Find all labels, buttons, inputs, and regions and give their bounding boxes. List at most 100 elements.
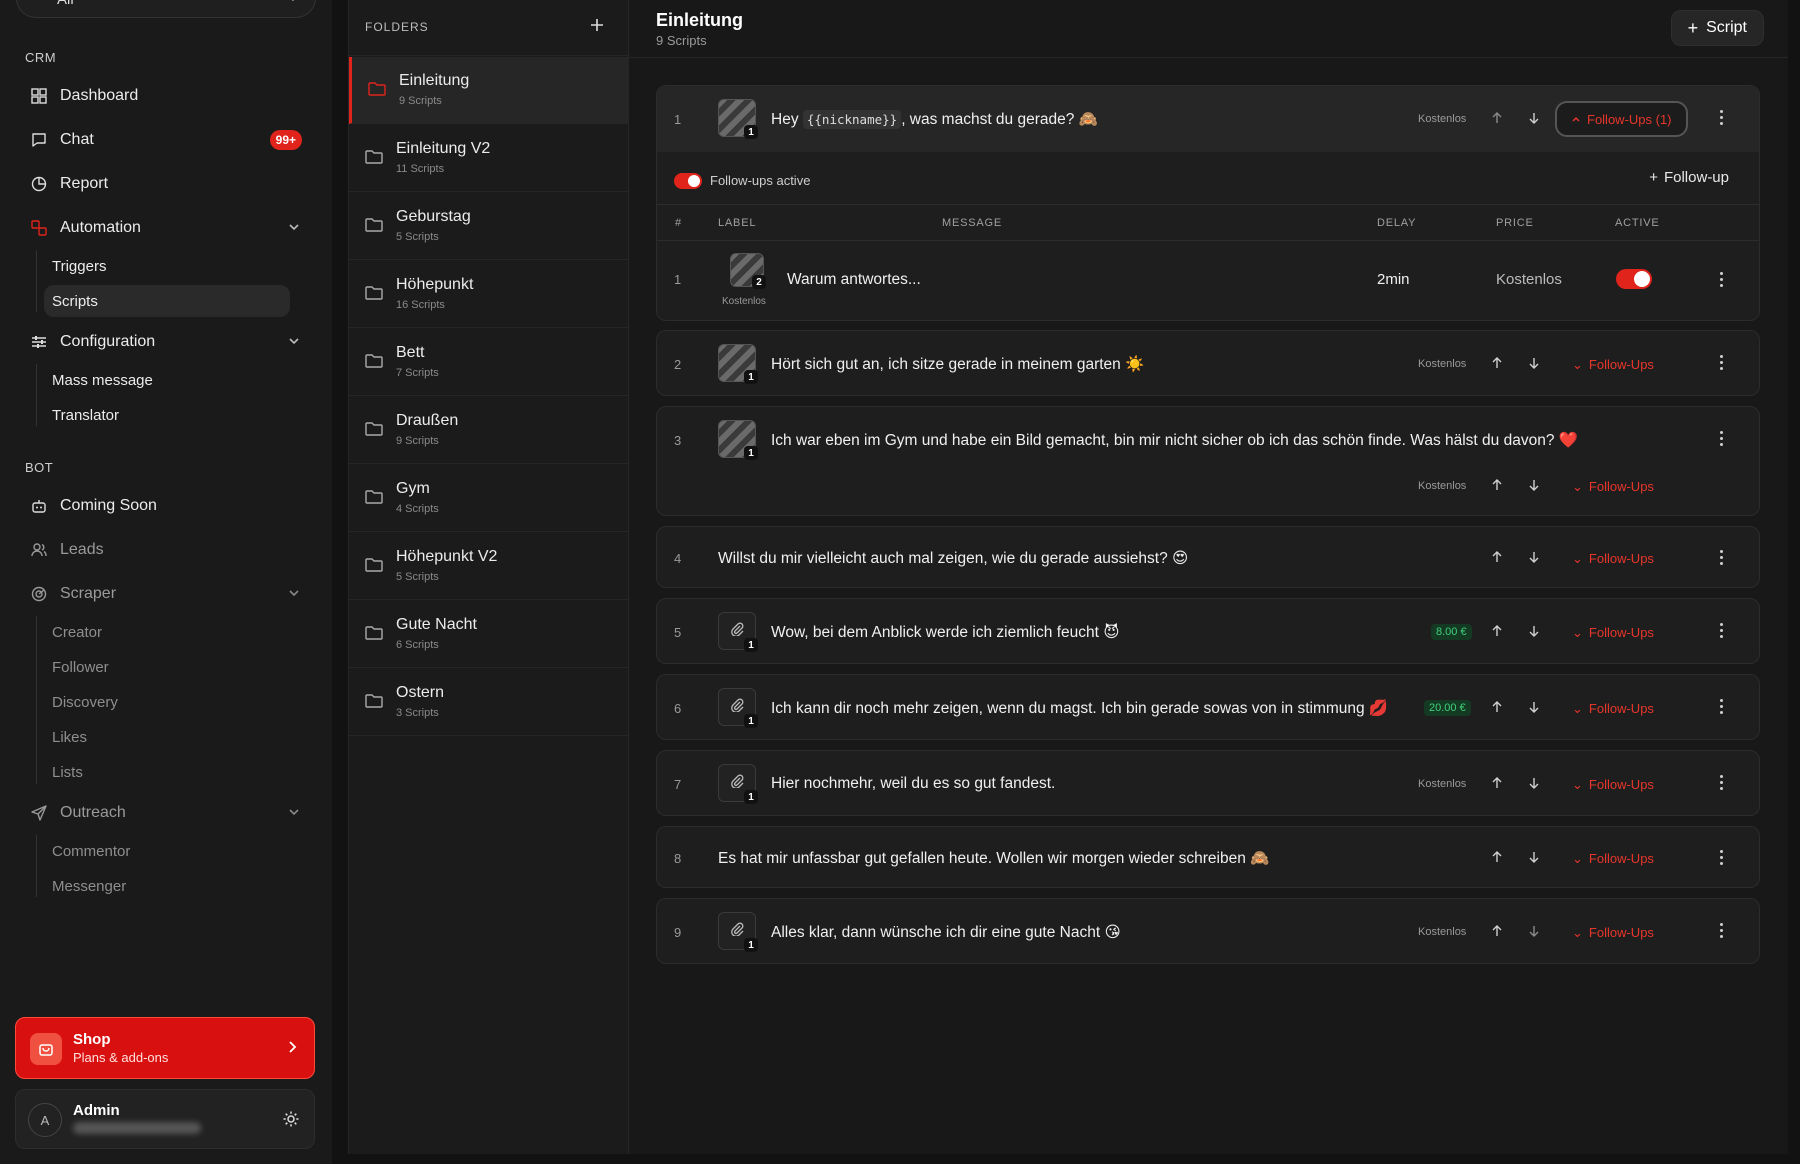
sub-item-triggers[interactable]: Triggers: [44, 250, 290, 282]
arrow-down-icon[interactable]: [1527, 356, 1541, 370]
arrow-down-icon[interactable]: [1527, 776, 1541, 790]
sub-item-translator[interactable]: Translator: [44, 399, 290, 431]
gear-icon[interactable]: [282, 1110, 300, 1133]
arrow-up-icon[interactable]: [1490, 550, 1504, 564]
more-menu-icon[interactable]: [1720, 699, 1723, 714]
folder-name: Gym: [396, 480, 430, 497]
followups-link[interactable]: ⌄ Follow-Ups: [1572, 777, 1654, 793]
arrow-down-icon[interactable]: [1527, 111, 1541, 125]
followups-link[interactable]: ⌄ Follow-Ups: [1572, 701, 1654, 717]
folder-item[interactable]: Einleitung V2 11 Scripts: [349, 125, 630, 192]
script-card[interactable]: 3 1 Ich war eben im Gym und habe ein Bil…: [656, 406, 1760, 516]
script-card[interactable]: 2 1 Hört sich gut an, ich sitze gerade i…: [656, 330, 1760, 396]
shop-button[interactable]: Shop Plans & add-ons: [15, 1017, 315, 1079]
nav-item-dashboard[interactable]: Dashboard: [16, 76, 316, 116]
media-thumbnail[interactable]: 1: [718, 420, 758, 460]
sub-item-creator[interactable]: Creator: [44, 616, 290, 648]
attachment-thumbnail[interactable]: 1: [718, 688, 758, 728]
more-menu-icon[interactable]: [1720, 850, 1723, 865]
nav-item-scraper[interactable]: Scraper: [16, 574, 316, 614]
sub-item-messenger[interactable]: Messenger: [44, 870, 290, 902]
more-menu-icon[interactable]: [1720, 775, 1723, 790]
folder-item[interactable]: Gute Nacht 6 Scripts: [349, 601, 630, 668]
folder-item[interactable]: Draußen 9 Scripts: [349, 397, 630, 464]
arrow-down-icon[interactable]: [1527, 850, 1541, 864]
folder-item[interactable]: Höhepunkt V2 5 Scripts: [349, 533, 630, 600]
workspace-select[interactable]: All: [16, 0, 316, 18]
followups-link[interactable]: ⌄ Follow-Ups: [1572, 551, 1654, 567]
followups-label: Follow-Ups: [1588, 551, 1654, 566]
followups-link[interactable]: ⌄ Follow-Ups: [1572, 357, 1654, 373]
media-thumbnail[interactable]: 2: [730, 253, 766, 289]
attachment-thumbnail[interactable]: 1: [718, 912, 758, 952]
folder-item[interactable]: Höhepunkt 16 Scripts: [349, 261, 630, 328]
more-menu-icon[interactable]: [1720, 623, 1723, 638]
followups-link[interactable]: ⌄ Follow-Ups: [1572, 851, 1654, 867]
folder-count: 9 Scripts: [399, 95, 442, 107]
automation-icon: [30, 219, 48, 237]
attachment-thumbnail[interactable]: 1: [718, 612, 758, 652]
nav-item-coming-soon[interactable]: Coming Soon: [16, 486, 316, 526]
arrow-down-icon[interactable]: [1527, 700, 1541, 714]
followup-row[interactable]: 1 2 Kostenlos Warum antwortes... 2min Ko…: [657, 241, 1759, 319]
add-script-button[interactable]: + Script: [1670, 10, 1764, 46]
arrow-up-icon[interactable]: [1490, 624, 1504, 638]
followups-active-toggle[interactable]: [674, 173, 702, 189]
followup-active-toggle[interactable]: [1616, 269, 1652, 289]
followups-link[interactable]: ⌄ Follow-Ups: [1572, 625, 1654, 641]
more-menu-icon[interactable]: [1720, 923, 1723, 938]
nav-item-configuration[interactable]: Configuration: [16, 322, 316, 362]
nav-item-outreach[interactable]: Outreach: [16, 793, 316, 833]
arrow-up-icon[interactable]: [1490, 478, 1504, 492]
add-folder-button[interactable]: [590, 18, 604, 37]
arrow-down-icon[interactable]: [1527, 624, 1541, 638]
nav-item-automation[interactable]: Automation: [16, 208, 316, 248]
arrow-up-icon[interactable]: [1490, 924, 1504, 938]
sub-item-lists[interactable]: Lists: [44, 756, 290, 788]
folders-panel: FOLDERS Einleitung 9 Scripts Einleitung …: [348, 0, 630, 1154]
script-card[interactable]: 7 1 Hier nochmehr, weil du es so gut fan…: [656, 750, 1760, 816]
arrow-down-icon[interactable]: [1527, 550, 1541, 564]
script-card[interactable]: 4 Willst du mir vielleicht auch mal zeig…: [656, 526, 1760, 588]
sub-item-scripts[interactable]: Scripts: [44, 285, 290, 317]
followups-toggle-button[interactable]: Follow-Ups (1): [1555, 101, 1688, 137]
user-email-redacted: [73, 1122, 201, 1134]
followups-link[interactable]: ⌄ Follow-Ups: [1572, 925, 1654, 941]
sub-item-follower[interactable]: Follower: [44, 651, 290, 683]
media-thumbnail[interactable]: 1: [718, 344, 758, 384]
add-followup-button[interactable]: + Follow-up: [1649, 169, 1729, 186]
sub-item-likes[interactable]: Likes: [44, 721, 290, 753]
sub-item-mass-message[interactable]: Mass message: [44, 364, 290, 396]
folder-item[interactable]: Bett 7 Scripts: [349, 329, 630, 396]
arrow-down-icon[interactable]: [1527, 478, 1541, 492]
user-card[interactable]: A Admin: [15, 1089, 315, 1149]
more-menu-icon[interactable]: [1720, 110, 1723, 125]
sub-item-discovery[interactable]: Discovery: [44, 686, 290, 718]
arrow-down-icon[interactable]: [1527, 924, 1541, 938]
attachment-thumbnail[interactable]: 1: [718, 764, 758, 804]
nav-item-leads[interactable]: Leads: [16, 530, 316, 570]
more-menu-icon[interactable]: [1720, 355, 1723, 370]
folder-item[interactable]: Einleitung 9 Scripts: [349, 57, 630, 124]
script-card[interactable]: 8 Es hat mir unfassbar gut gefallen heut…: [656, 826, 1760, 888]
media-thumbnail[interactable]: 1: [718, 99, 758, 139]
sub-item-commentor[interactable]: Commentor: [44, 835, 290, 867]
folder-item[interactable]: Ostern 3 Scripts: [349, 669, 630, 736]
arrow-up-icon[interactable]: [1490, 356, 1504, 370]
followups-link[interactable]: ⌄ Follow-Ups: [1572, 479, 1654, 495]
arrow-up-icon[interactable]: [1490, 700, 1504, 714]
arrow-up-icon[interactable]: [1490, 111, 1504, 125]
script-card[interactable]: 9 1 Alles klar, dann wünsche ich dir ein…: [656, 898, 1760, 964]
folder-item[interactable]: Gym 4 Scripts: [349, 465, 630, 532]
nav-item-chat[interactable]: Chat 99+: [16, 120, 316, 160]
more-menu-icon[interactable]: [1720, 431, 1723, 446]
arrow-up-icon[interactable]: [1490, 850, 1504, 864]
more-menu-icon[interactable]: [1720, 272, 1723, 287]
folder-item[interactable]: Geburstag 5 Scripts: [349, 193, 630, 260]
script-card[interactable]: 6 1 Ich kann dir noch mehr zeigen, wenn …: [656, 674, 1760, 740]
nav-item-report[interactable]: Report: [16, 164, 316, 204]
script-card[interactable]: 5 1 Wow, bei dem Anblick werde ich zieml…: [656, 598, 1760, 664]
arrow-up-icon[interactable]: [1490, 776, 1504, 790]
more-menu-icon[interactable]: [1720, 550, 1723, 565]
script-card: 1 1 Hey {{nickname}}, was machst du gera…: [656, 85, 1760, 321]
